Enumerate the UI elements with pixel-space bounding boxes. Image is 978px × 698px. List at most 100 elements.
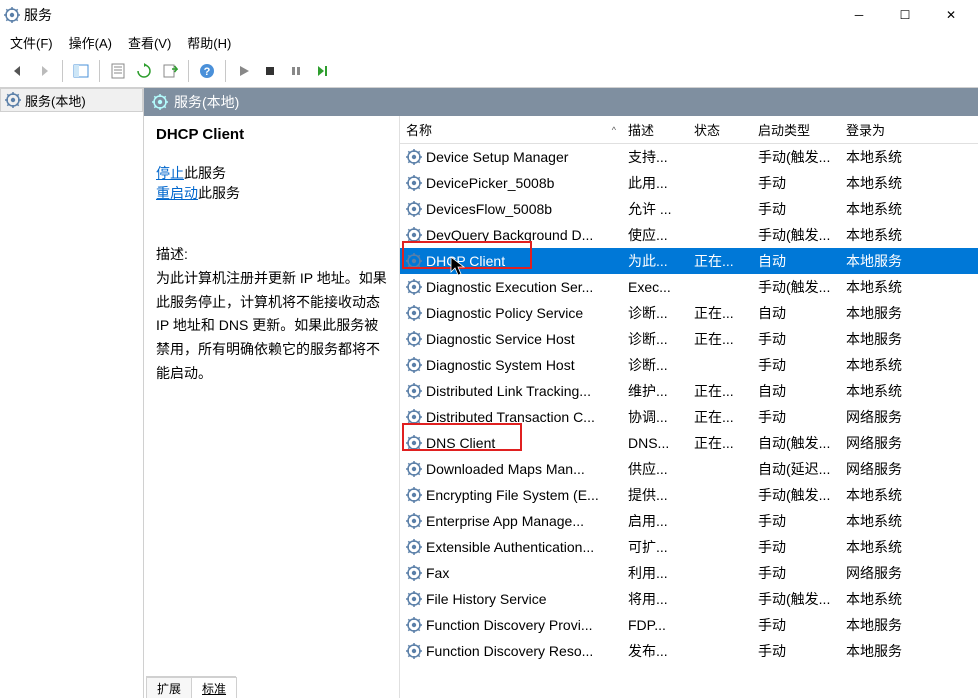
service-name: Extensible Authentication... [426, 539, 594, 555]
service-desc: 将用... [622, 589, 688, 609]
tree-root-services[interactable]: 服务(本地) [0, 88, 143, 112]
detail-panel: DHCP Client 停止此服务 重启动此服务 描述: 为此计算机注册并更新 … [144, 116, 400, 698]
service-row[interactable]: DevQuery Background D...使应...手动(触发...本地系… [400, 222, 978, 248]
service-start: 手动 [752, 537, 840, 557]
col-start[interactable]: 启动类型 [752, 116, 840, 143]
tab-extended[interactable]: 扩展 [146, 677, 192, 698]
service-row[interactable]: Downloaded Maps Man...供应...自动(延迟...网络服务 [400, 456, 978, 482]
help-button[interactable]: ? [195, 59, 219, 83]
service-desc: 此用... [622, 173, 688, 193]
gear-icon [406, 591, 422, 607]
service-logon: 本地系统 [840, 355, 950, 375]
service-start: 手动 [752, 329, 840, 349]
service-row[interactable]: Device Setup Manager支持...手动(触发...本地系统 [400, 144, 978, 170]
service-logon: 本地系统 [840, 147, 950, 167]
service-row[interactable]: Diagnostic Policy Service诊断...正在...自动本地服… [400, 300, 978, 326]
service-row[interactable]: Diagnostic System Host诊断...手动本地系统 [400, 352, 978, 378]
service-row[interactable]: Enterprise App Manage...启用...手动本地系统 [400, 508, 978, 534]
refresh-button[interactable] [132, 59, 156, 83]
service-desc: 使应... [622, 225, 688, 245]
service-name: Distributed Transaction C... [426, 409, 595, 425]
restart-suffix: 此服务 [198, 185, 240, 201]
service-desc: 诊断... [622, 303, 688, 323]
service-row[interactable]: Function Discovery Reso...发布...手动本地服务 [400, 638, 978, 664]
service-state: 正在... [688, 407, 752, 427]
service-logon: 本地服务 [840, 303, 950, 323]
service-desc: 支持... [622, 147, 688, 167]
service-start: 手动(触发... [752, 277, 840, 297]
restart-service-button[interactable] [310, 59, 334, 83]
service-start: 自动 [752, 251, 840, 271]
menu-action[interactable]: 操作(A) [61, 31, 120, 54]
service-start: 自动 [752, 381, 840, 401]
service-desc: 提供... [622, 485, 688, 505]
close-button[interactable]: ✕ [928, 0, 974, 30]
gear-icon [406, 227, 422, 243]
service-desc: Exec... [622, 279, 688, 295]
gear-icon [406, 539, 422, 555]
service-start: 自动 [752, 303, 840, 323]
service-name: Diagnostic System Host [426, 357, 575, 373]
service-start: 手动 [752, 511, 840, 531]
service-logon: 网络服务 [840, 563, 950, 583]
stop-link[interactable]: 停止 [156, 165, 184, 181]
service-name: Diagnostic Service Host [426, 331, 575, 347]
gear-icon [406, 253, 422, 269]
service-start: 手动 [752, 407, 840, 427]
service-row[interactable]: Diagnostic Execution Ser...Exec...手动(触发.… [400, 274, 978, 300]
app-icon [4, 7, 20, 23]
stop-service-button[interactable] [258, 59, 282, 83]
service-row[interactable]: DNS ClientDNS...正在...自动(触发...网络服务 [400, 430, 978, 456]
service-row[interactable]: Distributed Transaction C...协调...正在...手动… [400, 404, 978, 430]
menu-help[interactable]: 帮助(H) [179, 31, 239, 54]
service-row[interactable]: Diagnostic Service Host诊断...正在...手动本地服务 [400, 326, 978, 352]
export-button[interactable] [158, 59, 182, 83]
stop-suffix: 此服务 [184, 165, 226, 181]
pause-service-button[interactable] [284, 59, 308, 83]
service-row[interactable]: DHCP Client为此...正在...自动本地服务 [400, 248, 978, 274]
back-button[interactable] [6, 59, 30, 83]
service-row[interactable]: DevicePicker_5008b此用...手动本地系统 [400, 170, 978, 196]
service-logon: 本地系统 [840, 381, 950, 401]
sort-asc-icon: ^ [612, 125, 616, 135]
service-logon: 本地系统 [840, 199, 950, 219]
restart-link[interactable]: 重启动 [156, 185, 198, 201]
service-logon: 本地服务 [840, 251, 950, 271]
col-name[interactable]: 名称^ [400, 116, 622, 143]
service-row[interactable]: File History Service将用...手动(触发...本地系统 [400, 586, 978, 612]
col-logon[interactable]: 登录为 [840, 116, 950, 143]
service-logon: 本地服务 [840, 615, 950, 635]
service-start: 手动(触发... [752, 589, 840, 609]
col-state[interactable]: 状态 [688, 116, 752, 143]
start-service-button[interactable] [232, 59, 256, 83]
service-desc: 发布... [622, 641, 688, 661]
col-desc[interactable]: 描述 [622, 116, 688, 143]
minimize-button[interactable]: ─ [836, 0, 882, 30]
gear-icon [406, 149, 422, 165]
service-start: 自动(触发... [752, 433, 840, 453]
service-start: 手动(触发... [752, 485, 840, 505]
service-name: DNS Client [426, 435, 495, 451]
service-row[interactable]: Encrypting File System (E...提供...手动(触发..… [400, 482, 978, 508]
forward-button[interactable] [32, 59, 56, 83]
tab-standard[interactable]: 标准 [191, 677, 237, 698]
service-row[interactable]: Function Discovery Provi...FDP...手动本地服务 [400, 612, 978, 638]
service-row[interactable]: DevicesFlow_5008b允许 ...手动本地系统 [400, 196, 978, 222]
service-start: 手动 [752, 641, 840, 661]
description-text: 为此计算机注册并更新 IP 地址。如果此服务停止，计算机将不能接收动态 IP 地… [156, 267, 387, 386]
menu-file[interactable]: 文件(F) [2, 31, 61, 54]
service-name: DHCP Client [426, 253, 505, 269]
service-logon: 本地服务 [840, 329, 950, 349]
maximize-button[interactable]: ☐ [882, 0, 928, 30]
properties-button[interactable] [106, 59, 130, 83]
show-hide-tree-button[interactable] [69, 59, 93, 83]
service-row[interactable]: Distributed Link Tracking...维护...正在...自动… [400, 378, 978, 404]
service-logon: 本地系统 [840, 277, 950, 297]
service-row[interactable]: Extensible Authentication...可扩...手动本地系统 [400, 534, 978, 560]
service-name: DevicePicker_5008b [426, 175, 554, 191]
service-desc: 利用... [622, 563, 688, 583]
service-desc: 启用... [622, 511, 688, 531]
service-start: 手动(触发... [752, 225, 840, 245]
service-row[interactable]: Fax利用...手动网络服务 [400, 560, 978, 586]
menu-view[interactable]: 查看(V) [120, 31, 179, 54]
